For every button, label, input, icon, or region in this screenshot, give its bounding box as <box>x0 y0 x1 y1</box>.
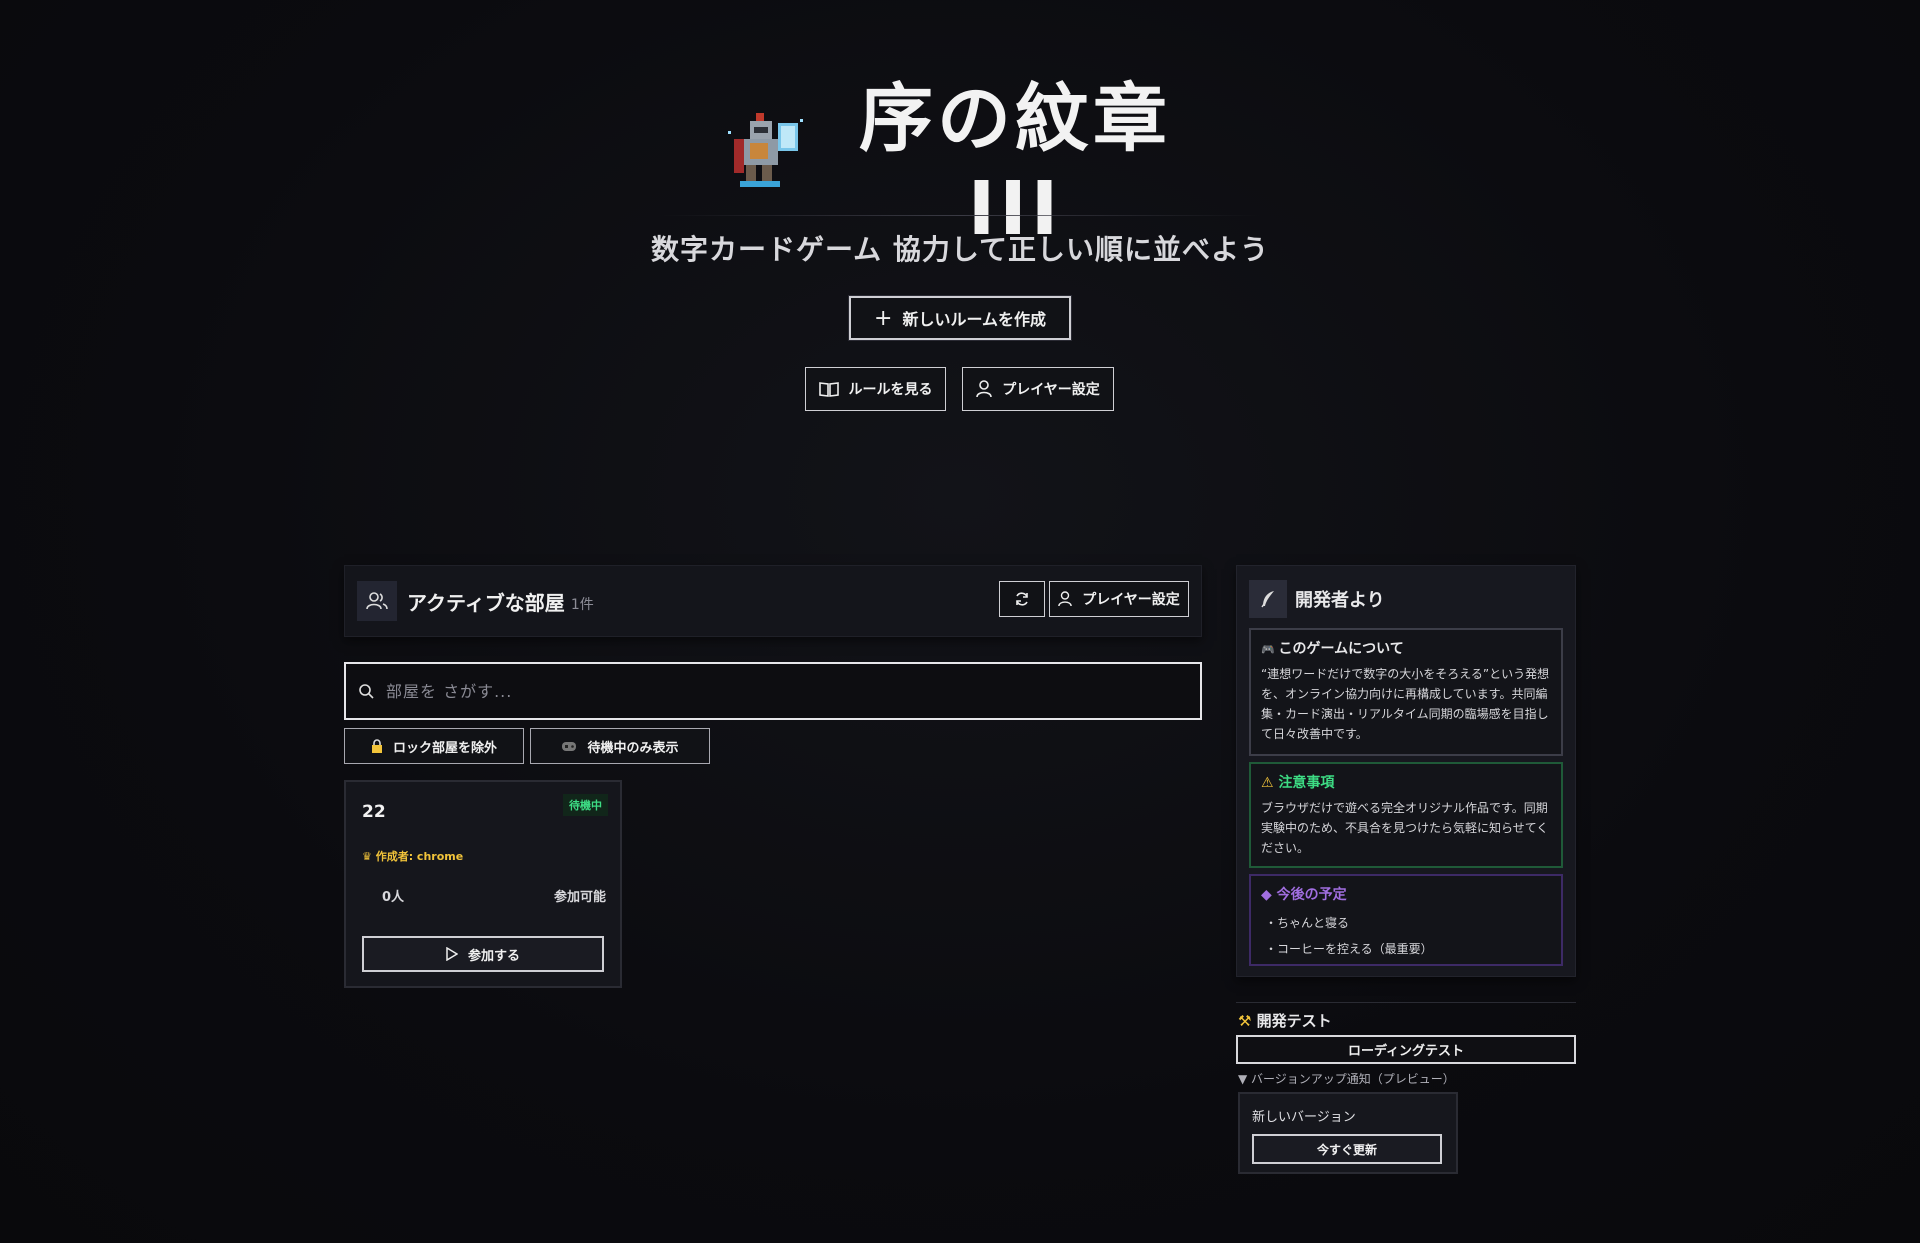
diamond-icon: ◆ <box>1261 887 1277 903</box>
create-room-label: 新しいルームを作成 <box>902 310 1046 329</box>
plans-box: ◆ 今後の予定 ・ちゃんと寝る ・コーヒーを控える（最重要） <box>1249 874 1563 966</box>
user-icon <box>976 380 993 398</box>
warning-title-text: 注意事項 <box>1278 775 1335 791</box>
dev-test-title: ⚒ 開発テスト <box>1238 1010 1332 1031</box>
developer-panel: 開発者より 🎮 このゲームについて “連想ワードだけで数字の大小をそろえる”とい… <box>1236 565 1576 977</box>
book-icon <box>818 381 839 397</box>
loading-test-button[interactable]: ローディングテスト <box>1236 1035 1576 1064</box>
rooms-panel-header: アクティブな部屋 1件 プレイヤー設定 <box>344 565 1202 637</box>
room-owner: ♛ 作成者: chrome <box>362 848 463 864</box>
knight-logo <box>720 109 812 201</box>
rooms-panel-title: アクティブな部屋 <box>407 590 565 615</box>
room-search[interactable] <box>344 662 1202 720</box>
plans-title: ◆ 今後の予定 <box>1261 884 1551 904</box>
version-notice-toggle[interactable]: ▼ バージョンアップ通知（プレビュー） <box>1238 1070 1455 1087</box>
warning-title: ⚠ 注意事項 <box>1261 772 1551 792</box>
refresh-icon <box>1014 591 1030 607</box>
rules-button[interactable]: ルールを見る <box>805 367 946 411</box>
player-settings-button[interactable]: プレイヤー設定 <box>962 367 1114 411</box>
version-notice-card: 新しいバージョン 今すぐ更新 <box>1238 1092 1458 1174</box>
app-title: 序の紋章III <box>859 75 1171 252</box>
room-player-count: 0人 <box>382 890 405 905</box>
app-subtitle: 数字カードゲーム 協力して正しい順に並べよう <box>650 233 1270 266</box>
title-row: 序の紋章III <box>720 76 1200 252</box>
create-room-button[interactable]: + 新しいルームを作成 <box>849 296 1071 340</box>
developer-panel-header: 開発者より <box>1249 580 1385 618</box>
join-room-button[interactable]: 参加する <box>362 936 604 972</box>
search-icon <box>358 683 374 699</box>
room-card[interactable]: 22 待機中 ♛ 作成者: chrome 0人 参加可能 参加する <box>344 780 622 988</box>
plan-item: ・コーヒーを控える（最重要） <box>1265 942 1433 956</box>
about-body: “連想ワードだけで数字の大小をそろえる”という発想を、オンライン協力向けに再構成… <box>1261 667 1550 741</box>
user-icon <box>1058 591 1073 607</box>
status-badge: 待機中 <box>563 794 608 816</box>
dev-test-divider <box>1236 1002 1576 1003</box>
room-owner-text: 作成者: chrome <box>375 850 464 863</box>
gamepad-icon: 🎮 <box>1261 643 1279 656</box>
waiting-only-filter[interactable]: 待機中のみ表示 <box>530 728 710 764</box>
warning-box: ⚠ 注意事項 ブラウザだけで遊べる完全オリジナル作品です。同期実験中のため、不具… <box>1249 762 1563 868</box>
users-icon <box>357 581 397 621</box>
exclude-locked-filter[interactable]: ロック部屋を除外 <box>344 728 524 764</box>
version-text: 新しいバージョン <box>1252 1110 1356 1125</box>
room-join-state: 参加可能 <box>553 890 606 905</box>
play-icon <box>446 947 458 961</box>
panel-player-settings-button[interactable]: プレイヤー設定 <box>1049 581 1189 617</box>
room-name: 22 <box>362 802 386 822</box>
about-box: 🎮 このゲームについて “連想ワードだけで数字の大小をそろえる”という発想を、オ… <box>1249 628 1563 756</box>
dev-test-title-text: 開発テスト <box>1256 1012 1332 1030</box>
about-title-text: このゲームについて <box>1278 641 1404 657</box>
player-settings-label: プレイヤー設定 <box>1002 382 1100 398</box>
plus-icon: + <box>874 305 893 331</box>
crown-icon: ♛ <box>362 850 376 863</box>
rooms-count: 1件 <box>570 597 594 613</box>
warning-body: ブラウザだけで遊べる完全オリジナル作品です。同期実験中のため、不具合を見つけたら… <box>1261 801 1549 855</box>
join-room-label: 参加する <box>467 948 520 964</box>
feather-icon <box>1249 580 1287 618</box>
exclude-locked-label: ロック部屋を除外 <box>392 740 497 756</box>
warning-icon: ⚠ <box>1261 775 1279 791</box>
gamepad-icon <box>561 741 577 752</box>
refresh-button[interactable] <box>999 581 1045 617</box>
waiting-only-label: 待機中のみ表示 <box>587 740 679 756</box>
plans-title-text: 今後の予定 <box>1276 887 1347 903</box>
plan-item: ・ちゃんと寝る <box>1265 916 1350 930</box>
tools-icon: ⚒ <box>1238 1012 1257 1030</box>
search-input[interactable] <box>384 680 1168 702</box>
panel-player-settings-label: プレイヤー設定 <box>1082 592 1180 608</box>
developer-panel-title: 開発者より <box>1295 590 1385 611</box>
title-divider <box>660 215 1260 216</box>
lock-icon <box>371 739 383 753</box>
about-title: 🎮 このゲームについて <box>1261 638 1551 658</box>
rules-label: ルールを見る <box>848 382 933 398</box>
update-now-button[interactable]: 今すぐ更新 <box>1252 1134 1442 1164</box>
